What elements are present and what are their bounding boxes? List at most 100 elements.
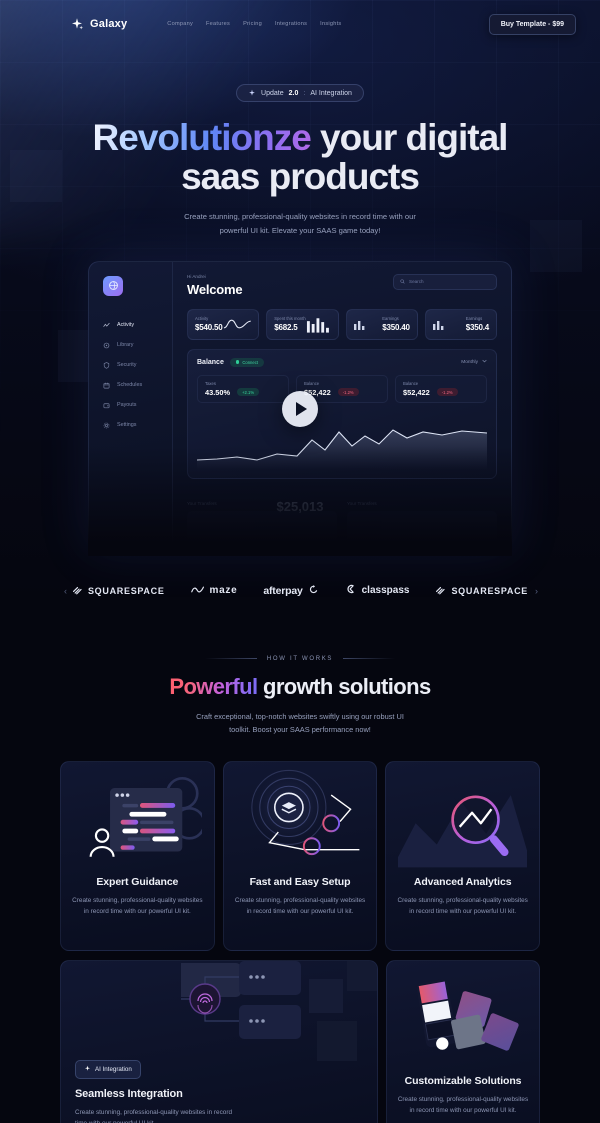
feature-cards-row-2: AI Integration Seamless Integration Crea… <box>60 959 540 1123</box>
nav-link-insights[interactable]: Insights <box>320 21 341 27</box>
logo-classpass: classpass <box>345 582 410 600</box>
squarespace-icon <box>435 582 446 600</box>
greeting-text: Hi Andrei <box>187 273 206 279</box>
squarespace-icon <box>72 582 83 600</box>
code-window-person-art <box>73 762 206 874</box>
card-body: Create stunning, professional-quality we… <box>75 1108 233 1123</box>
balance-metrics: Taxes 43.50% +2.1% Balance $52,422 -1.2% <box>197 374 487 403</box>
logo-label: SQUARESPACE <box>451 585 528 596</box>
sidebar-item-schedules[interactable]: Schedules <box>103 382 172 389</box>
transfers-row: Your Transfers Your Transfers <box>187 501 497 545</box>
sparkle-icon <box>248 89 256 97</box>
badge-separator: : <box>303 89 306 97</box>
range-dropdown[interactable]: Monthly <box>461 359 487 365</box>
hero-subtitle: Create stunning, professional-quality we… <box>184 212 416 236</box>
card-body: Create stunning, professional-quality we… <box>72 896 203 916</box>
search-icon <box>400 278 405 285</box>
stat-card-earnings: Earnings $350.40 <box>345 308 418 340</box>
dashboard-header: Hi Andrei Welcome Search <box>187 273 497 297</box>
metric-label: Balance <box>403 380 419 386</box>
card-title: Fast and Easy Setup <box>249 875 351 888</box>
sidebar-item-settings[interactable]: Settings <box>103 422 172 429</box>
transfers-placeholder <box>187 510 337 545</box>
nav-link-integrations[interactable]: Integrations <box>275 21 307 27</box>
top-navigation: Galaxy Company Features Pricing Integrat… <box>0 0 600 48</box>
eyebrow-row: HOW IT WORKS <box>0 656 600 662</box>
badge-label: Update <box>261 89 284 97</box>
wide-card-content: AI Integration Seamless Integration Crea… <box>75 1059 235 1123</box>
logo-afterpay: afterpay <box>263 582 318 600</box>
transfers-placeholder <box>347 510 497 545</box>
balance-area-chart <box>196 410 488 470</box>
card-title: Expert Guidance <box>96 875 179 888</box>
feature-card-expert-guidance[interactable]: Expert Guidance Create stunning, profess… <box>60 760 215 951</box>
headline-rest: your digital <box>310 117 508 158</box>
stat-card-spent: Spent this month $682.5 <box>266 308 339 340</box>
metric-delta: +2.1% <box>237 388 260 397</box>
classpass-icon <box>345 582 357 600</box>
stat-value: $540.50 <box>195 323 223 333</box>
section-eyebrow: HOW IT WORKS <box>266 655 334 662</box>
sidebar-item-security[interactable]: Security <box>103 361 172 369</box>
sidebar-label: Activity <box>117 322 135 329</box>
play-icon[interactable] <box>282 390 318 427</box>
stat-text: Activity $540.50 <box>195 316 223 332</box>
balance-title-group: Balance Connect <box>197 357 264 367</box>
headline-line2: saas products <box>181 156 420 198</box>
dashboard-nav-list: Activity Library Security Schedules Payo… <box>103 322 172 429</box>
balance-card: Balance Connect Monthly Taxes 43.50% +2.… <box>187 348 497 479</box>
brand-logo[interactable]: Galaxy <box>70 17 127 31</box>
sidebar-item-activity[interactable]: Activity <box>103 322 172 329</box>
chevron-left-icon[interactable]: ‹ <box>64 586 67 596</box>
chevron-down-icon <box>482 359 487 365</box>
sidebar-item-payouts[interactable]: Payouts <box>103 402 172 409</box>
metric-taxes: Taxes 43.50% +2.1% <box>197 374 289 403</box>
stat-value: $682.5 <box>274 323 298 333</box>
chevron-right-icon[interactable]: › <box>535 586 538 596</box>
update-badge[interactable]: Update 2.0 : AI Integration <box>236 84 364 102</box>
stat-value: $350.40 <box>382 323 410 333</box>
transfers-title: Your Transfers <box>347 500 377 506</box>
sparkline-chart <box>223 319 251 329</box>
nav-link-company[interactable]: Company <box>167 21 193 27</box>
search-input[interactable]: Search <box>393 273 497 290</box>
logo-label: classpass <box>361 585 410 597</box>
nav-link-pricing[interactable]: Pricing <box>243 21 262 27</box>
feature-cards-row: Expert Guidance Create stunning, profess… <box>60 760 541 951</box>
badge-suffix: AI Integration <box>310 89 352 97</box>
feature-card-fast-setup[interactable]: Fast and Easy Setup Create stunning, pro… <box>222 760 378 951</box>
metric-row: $52,422 -1.2% <box>403 388 479 397</box>
metric-value: $52,422 <box>403 387 430 397</box>
bar-chart-icon <box>306 318 329 333</box>
card-title: Customizable Solutions <box>404 1074 522 1087</box>
metric-balance-2: Balance $52,422 -1.2% <box>395 374 487 403</box>
magnifier-chart-art <box>393 762 533 874</box>
stat-card-activity: Activity $540.50 <box>187 308 260 340</box>
headline-gradient-word: Revolutionze <box>92 117 312 158</box>
feature-card-seamless-integration[interactable]: AI Integration Seamless Integration Crea… <box>60 959 378 1123</box>
logo-squarespace: SQUARESPACE <box>72 582 165 600</box>
nav-link-features[interactable]: Features <box>206 21 230 27</box>
big-amount-overlay: $25,013 <box>276 498 324 514</box>
feature-card-advanced-analytics[interactable]: Advanced Analytics Create stunning, prof… <box>385 760 541 951</box>
buy-template-button[interactable]: Buy Template - $99 <box>488 13 576 35</box>
bar-chart-icon <box>432 320 444 330</box>
sidebar-label: Settings <box>117 422 137 429</box>
nav-links: Company Features Pricing Integrations In… <box>167 21 341 27</box>
section-title-rest: growth solutions <box>257 673 431 699</box>
feature-card-customizable-solutions[interactable]: Customizable Solutions Create stunning, … <box>386 959 540 1123</box>
page-title: Revolutionze your digital saas products <box>0 118 600 196</box>
color-swatches-art <box>397 961 529 1073</box>
greeting-block: Hi Andrei Welcome <box>187 273 243 297</box>
bar-chart-icon <box>353 320 364 330</box>
logo-label: afterpay <box>263 584 303 597</box>
balance-header: Balance Connect Monthly <box>197 357 487 367</box>
sparkle-icon <box>84 1065 91 1074</box>
activity-icon <box>103 322 110 329</box>
sidebar-item-library[interactable]: Library <box>103 342 172 349</box>
status-label: Connect <box>242 359 258 365</box>
transfers-right: Your Transfers <box>347 501 497 545</box>
badge-version: 2.0 <box>288 89 299 97</box>
metric-value: 43.50% <box>205 387 231 397</box>
logo-maze: maze <box>190 582 238 600</box>
